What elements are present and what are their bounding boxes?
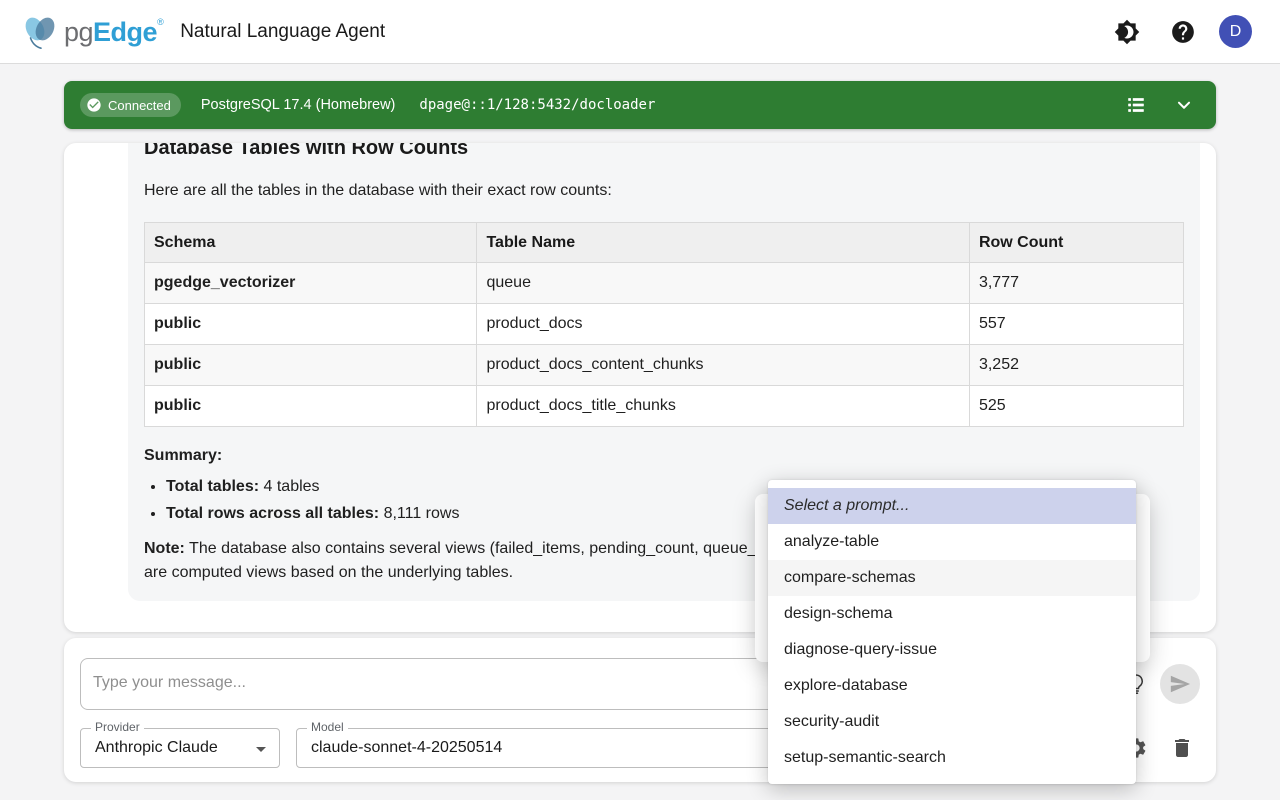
connection-expand-button[interactable] xyxy=(1164,85,1204,125)
menu-item-diagnose-query-issue[interactable]: diagnose-query-issue xyxy=(768,632,1136,668)
connection-string: dpage@::1/128:5432/docloader xyxy=(419,97,655,113)
column-header: Table Name xyxy=(477,223,969,263)
check-circle-icon xyxy=(86,97,102,113)
column-header: Schema xyxy=(145,223,477,263)
menu-item-placeholder[interactable]: Select a prompt... xyxy=(768,488,1136,524)
menu-item-design-schema[interactable]: design-schema xyxy=(768,596,1136,632)
message-heading: Database Tables with Row Counts xyxy=(144,143,1184,161)
connection-status-label: Connected xyxy=(108,98,171,113)
page-title: Natural Language Agent xyxy=(180,21,385,43)
brightness-icon xyxy=(1114,19,1140,45)
menu-item-analyze-table[interactable]: analyze-table xyxy=(768,524,1136,560)
prompt-menu: Select a prompt... analyze-table compare… xyxy=(768,480,1136,784)
table-row: public product_docs_title_chunks 525 xyxy=(145,386,1184,427)
clear-chat-button[interactable] xyxy=(1162,728,1202,768)
provider-value: Anthropic Claude xyxy=(95,729,218,767)
avatar[interactable]: D xyxy=(1219,15,1252,48)
table-row: public product_docs 557 xyxy=(145,304,1184,345)
dropdown-arrow-icon xyxy=(249,737,273,766)
pgedge-logo-icon xyxy=(20,12,60,52)
model-value: claude-sonnet-4-20250514 xyxy=(311,729,502,767)
help-icon xyxy=(1170,19,1196,45)
chevron-down-icon xyxy=(1173,94,1195,116)
connection-actions xyxy=(1116,85,1204,125)
server-version-label: PostgreSQL 17.4 (Homebrew) xyxy=(201,97,396,113)
header-actions: D xyxy=(1107,12,1252,52)
connection-status-badge: Connected xyxy=(80,93,181,117)
trash-icon xyxy=(1170,736,1194,760)
pgedge-logo: pgEdge® xyxy=(20,12,163,52)
menu-item-setup-semantic-search[interactable]: setup-semantic-search xyxy=(768,740,1136,776)
server-list-button[interactable] xyxy=(1116,85,1156,125)
app-header: pgEdge® Natural Language Agent D xyxy=(0,0,1280,64)
menu-item-compare-schemas[interactable]: compare-schemas xyxy=(768,560,1136,596)
help-button[interactable] xyxy=(1163,12,1203,52)
table-row: public product_docs_content_chunks 3,252 xyxy=(145,345,1184,386)
view-list-icon xyxy=(1125,94,1147,116)
pgedge-wordmark: pgEdge® xyxy=(64,12,163,52)
theme-toggle-button[interactable] xyxy=(1107,12,1147,52)
message-intro: Here are all the tables in the database … xyxy=(144,179,1184,203)
table-row: pgedge_vectorizer queue 3,777 xyxy=(145,263,1184,304)
send-button[interactable] xyxy=(1160,664,1200,704)
column-header: Row Count xyxy=(969,223,1183,263)
send-icon xyxy=(1169,673,1191,695)
app: pgEdge® Natural Language Agent D Connect… xyxy=(0,0,1280,800)
row-counts-table: Schema Table Name Row Count pgedge_vecto… xyxy=(144,222,1184,427)
menu-item-security-audit[interactable]: security-audit xyxy=(768,704,1136,740)
menu-item-explore-database[interactable]: explore-database xyxy=(768,668,1136,704)
table-header-row: Schema Table Name Row Count xyxy=(145,223,1184,263)
summary-heading: Summary: xyxy=(144,447,1184,465)
provider-select[interactable]: Provider Anthropic Claude xyxy=(80,728,280,768)
connection-bar: Connected PostgreSQL 17.4 (Homebrew) dpa… xyxy=(64,81,1216,129)
